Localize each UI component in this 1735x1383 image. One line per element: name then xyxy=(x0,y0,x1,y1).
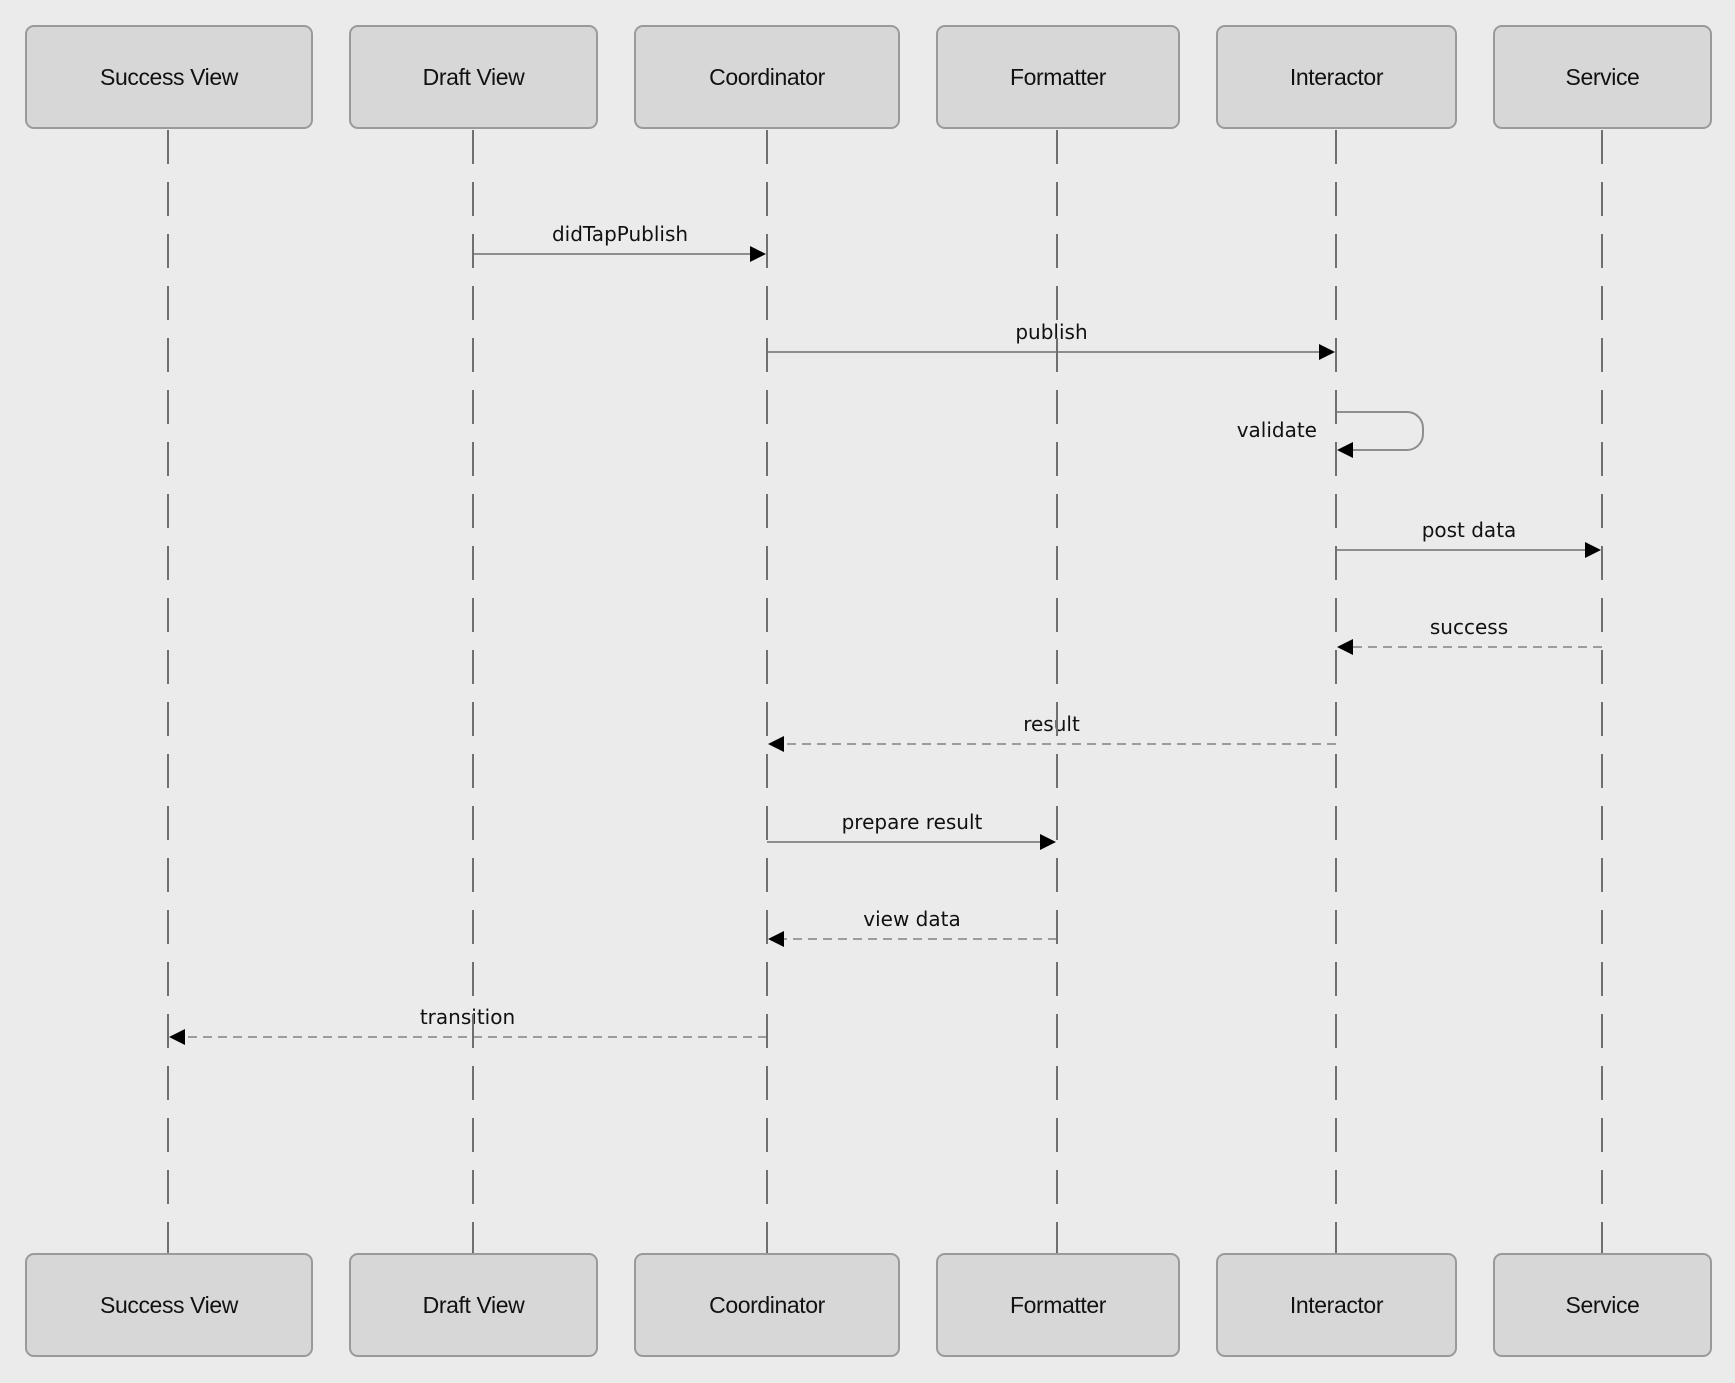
arrowhead-icon xyxy=(1319,344,1335,360)
message-success[interactable]: success xyxy=(1337,615,1602,655)
message-prepare-result[interactable]: prepare result xyxy=(767,810,1056,850)
message-transition[interactable]: transition xyxy=(169,1005,767,1045)
participant-label: Draft View xyxy=(423,64,525,90)
participant-label: Interactor xyxy=(1290,1292,1384,1318)
message-label: post data xyxy=(1422,518,1517,542)
participant-label: Success View xyxy=(100,1292,239,1318)
message-label: result xyxy=(1023,712,1080,736)
arrowhead-icon xyxy=(1585,542,1601,558)
participant-label: Interactor xyxy=(1290,64,1384,90)
participant-footer-success-view[interactable]: Success View xyxy=(25,1253,313,1357)
message-label: transition xyxy=(420,1005,515,1029)
participant-label: Coordinator xyxy=(709,1292,826,1318)
participant-header-draft-view[interactable]: Draft View xyxy=(349,25,598,129)
arrowhead-icon xyxy=(1337,442,1353,458)
message-label: prepare result xyxy=(842,810,983,834)
message-label: validate xyxy=(1237,418,1317,442)
message-label: publish xyxy=(1015,320,1087,344)
participant-label: Service xyxy=(1566,1292,1640,1318)
participant-label: Formatter xyxy=(1010,64,1107,90)
participant-footer-formatter[interactable]: Formatter xyxy=(936,1253,1180,1357)
message-label: success xyxy=(1430,615,1508,639)
participant-header-service[interactable]: Service xyxy=(1493,25,1712,129)
participant-footer-coordinator[interactable]: Coordinator xyxy=(634,1253,900,1357)
participant-label: Coordinator xyxy=(709,64,826,90)
participant-footer-service[interactable]: Service xyxy=(1493,1253,1712,1357)
arrowhead-icon xyxy=(169,1029,185,1045)
message-post-data[interactable]: post data xyxy=(1336,518,1601,558)
lifelines xyxy=(167,130,1603,1254)
arrowhead-icon xyxy=(750,246,766,262)
message-validate[interactable]: validate xyxy=(1237,411,1424,458)
messages: didTapPublish publish validate post data suc… xyxy=(169,222,1602,1045)
message-didtappublish[interactable]: didTapPublish xyxy=(473,222,766,262)
message-label: didTapPublish xyxy=(552,222,688,246)
participant-header-interactor[interactable]: Interactor xyxy=(1216,25,1457,129)
participant-header-coordinator[interactable]: Coordinator xyxy=(634,25,900,129)
sequence-diagram: didTapPublish publish validate post data suc… xyxy=(25,25,1712,1357)
participant-footers: Success View Draft View Coordinator Formatt… xyxy=(25,1253,1712,1357)
participant-label: Draft View xyxy=(423,1292,525,1318)
participant-label: Formatter xyxy=(1010,1292,1107,1318)
arrowhead-icon xyxy=(768,736,784,752)
arrowhead-icon xyxy=(768,931,784,947)
arrowhead-icon xyxy=(1040,834,1056,850)
arrowhead-icon xyxy=(1337,639,1353,655)
message-result[interactable]: result xyxy=(768,712,1336,752)
message-publish[interactable]: publish xyxy=(767,320,1335,360)
participant-footer-interactor[interactable]: Interactor xyxy=(1216,1253,1457,1357)
participant-headers: Success View Draft View Coordinator Formatt… xyxy=(25,25,1712,129)
message-view-data[interactable]: view data xyxy=(768,907,1057,947)
message-label: view data xyxy=(863,907,960,931)
participant-label: Success View xyxy=(100,64,239,90)
participant-header-success-view[interactable]: Success View xyxy=(25,25,313,129)
participant-header-formatter[interactable]: Formatter xyxy=(936,25,1180,129)
participant-label: Service xyxy=(1566,64,1640,90)
participant-footer-draft-view[interactable]: Draft View xyxy=(349,1253,598,1357)
